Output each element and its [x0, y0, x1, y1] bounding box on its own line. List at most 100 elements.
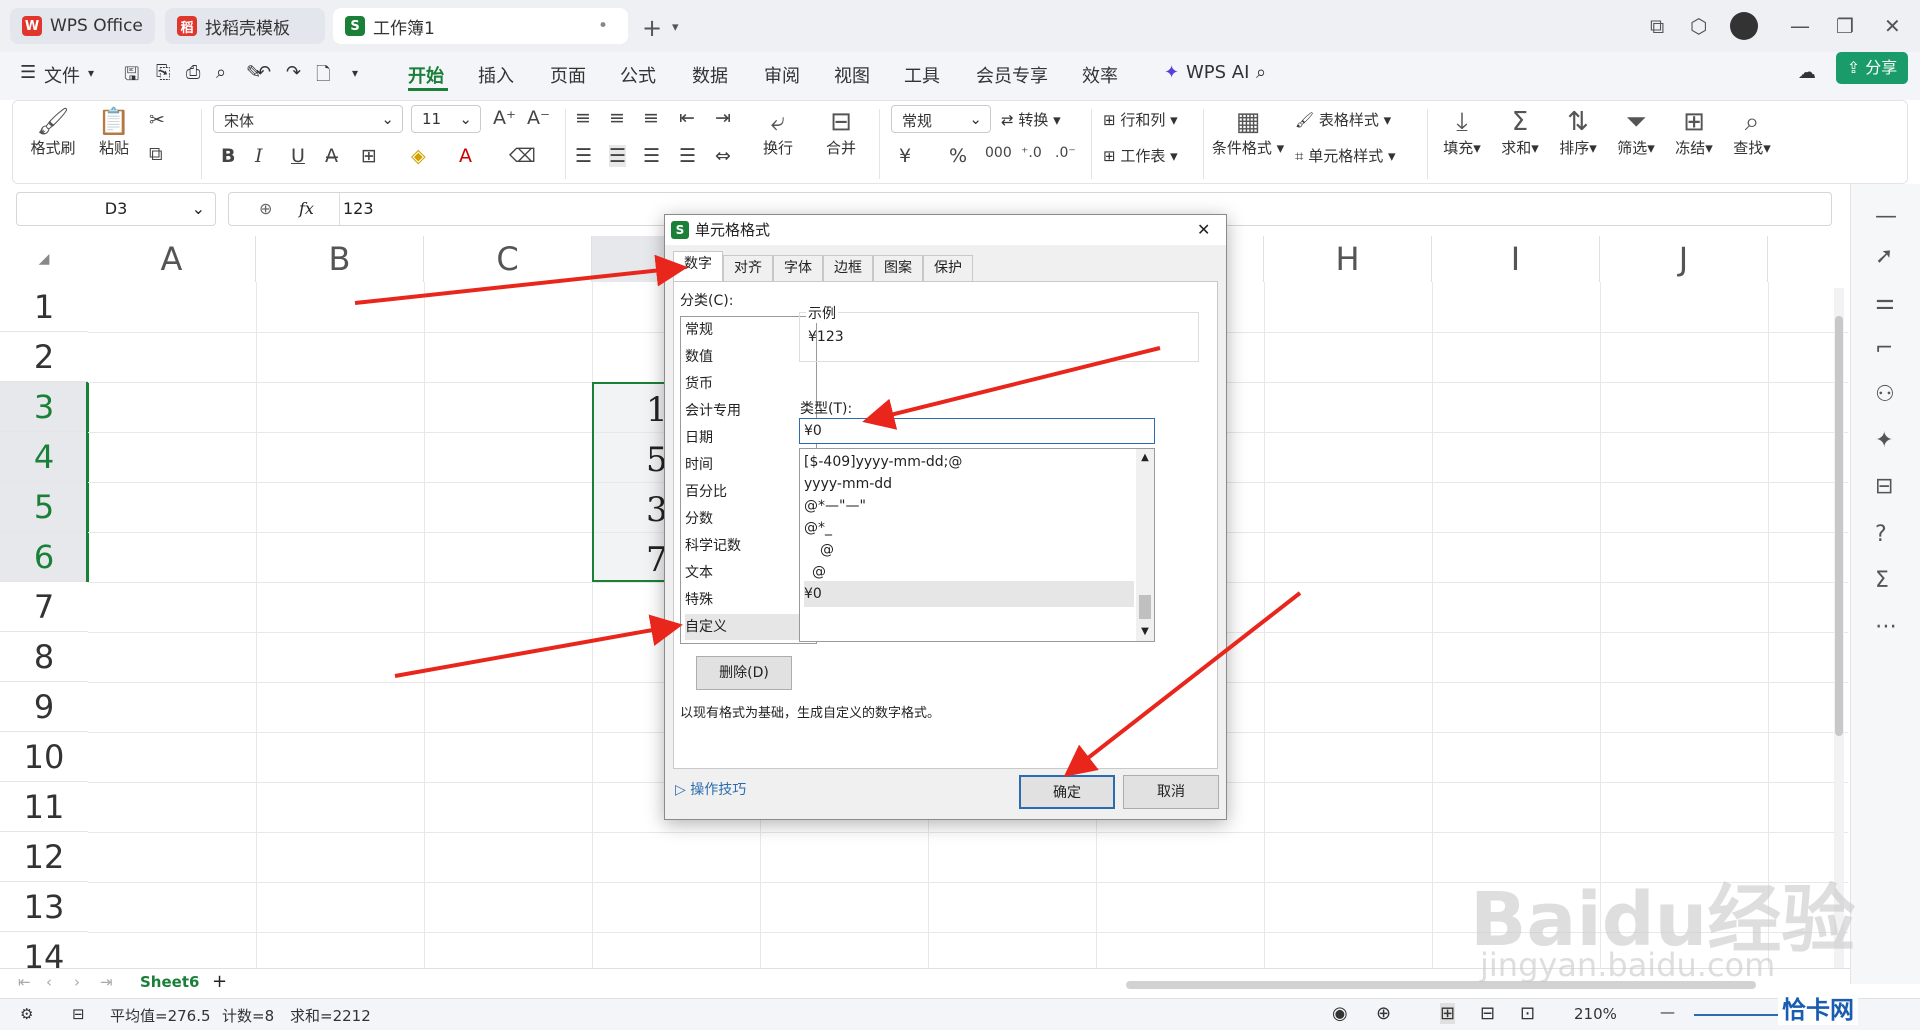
zoom-level[interactable]: 210% [1574, 1005, 1617, 1023]
eraser-icon[interactable]: ⌫ [509, 145, 536, 167]
menu-file[interactable]: 文件 [44, 62, 80, 88]
select-all-icon[interactable]: ◢ [0, 236, 88, 282]
convert-button[interactable]: ⇄ 转换 ▾ [1001, 109, 1061, 130]
menu-view[interactable]: 视图 [834, 62, 870, 88]
strikethrough-icon[interactable]: A̶ [325, 145, 338, 167]
tab-alignment[interactable]: 对齐 [723, 255, 773, 281]
tools-icon[interactable]: ✦ [1875, 428, 1893, 453]
page-break-icon[interactable]: ⊡ [1520, 1003, 1535, 1024]
category-item[interactable]: 特殊 [685, 587, 812, 613]
increase-font-icon[interactable]: A⁺ [493, 107, 516, 129]
row-header-11[interactable]: 11 [0, 782, 88, 832]
worksheet-button[interactable]: ⊞ 工作表 ▾ [1103, 145, 1178, 166]
row-header-6[interactable]: 6 [0, 532, 88, 582]
new-doc-icon[interactable]: 🗋 [316, 62, 330, 92]
category-item[interactable]: 百分比 [685, 479, 812, 505]
category-item[interactable]: 数值 [685, 344, 812, 370]
prev-sheet-icon[interactable]: ‹ [46, 973, 52, 991]
currency-icon[interactable]: ¥ [899, 145, 911, 167]
bold-button[interactable]: B [221, 145, 235, 167]
indent-decrease-icon[interactable]: ⇤ [679, 107, 695, 129]
column-header-a[interactable]: A [88, 236, 256, 282]
border-icon[interactable]: ⊞ [361, 145, 377, 167]
row-header-12[interactable]: 12 [0, 832, 88, 882]
add-sheet-button[interactable]: + [212, 971, 227, 992]
type-list-scrollbar[interactable]: ▲ ▼ [1136, 449, 1154, 641]
paste-button[interactable]: 📋 粘贴 [89, 107, 139, 158]
cell-style-button[interactable]: ⌗ 单元格样式 ▾ [1295, 145, 1396, 166]
column-header-i[interactable]: I [1432, 236, 1600, 282]
type-list[interactable]: [$-409]yyyy-mm-dd;@ yyyy-mm-dd @*—"—" @*… [799, 448, 1155, 642]
scroll-up-icon[interactable]: ▲ [1136, 449, 1154, 467]
sum-button[interactable]: Σ 求和▾ [1495, 107, 1545, 158]
column-header-j[interactable]: J [1600, 236, 1768, 282]
row-header-9[interactable]: 9 [0, 682, 88, 732]
print-icon[interactable]: ⎙ [186, 62, 200, 83]
next-sheet-icon[interactable]: › [74, 973, 80, 991]
name-box[interactable]: D3 ⌄ [16, 192, 216, 226]
tips-link[interactable]: ▷ 操作技巧 [675, 779, 746, 799]
menu-insert[interactable]: 插入 [478, 62, 514, 88]
find-button[interactable]: ⌕ 查找▾ [1727, 107, 1777, 158]
menu-data[interactable]: 数据 [692, 62, 728, 88]
cell-mode-icon[interactable]: ⊟ [72, 1005, 85, 1023]
close-icon[interactable]: ✕ [1884, 14, 1901, 38]
percent-icon[interactable]: % [949, 145, 967, 167]
normal-view-icon[interactable]: ⊞ [1440, 1003, 1456, 1024]
filter-button[interactable]: ⏷ 筛选▾ [1611, 107, 1661, 158]
fx-icon[interactable]: fx [299, 193, 314, 225]
redo-icon[interactable]: ↷ [286, 62, 301, 83]
first-sheet-icon[interactable]: ⇤ [18, 973, 31, 991]
category-list[interactable]: 常规 数值 货币 会计专用 日期 时间 百分比 分数 科学记数 文本 特殊 自定… [680, 316, 817, 644]
category-item[interactable]: 常规 [685, 317, 812, 343]
more-icon[interactable]: ⋯ [1875, 614, 1897, 639]
font-color-icon[interactable]: A [459, 145, 472, 167]
zoom-out-icon[interactable]: — [1660, 1003, 1675, 1021]
align-middle-icon[interactable]: ≡ [609, 107, 625, 129]
menu-efficiency[interactable]: 效率 [1082, 62, 1118, 88]
last-sheet-icon[interactable]: ⇥ [100, 973, 113, 991]
share-button[interactable]: ⇪ 分享 [1836, 52, 1908, 84]
category-item[interactable]: 货币 [685, 371, 812, 397]
avatar[interactable] [1730, 12, 1758, 40]
row-header-7[interactable]: 7 [0, 582, 88, 632]
sort-button[interactable]: ⇅ 排序▾ [1553, 107, 1603, 158]
type-input[interactable]: ¥0 [799, 418, 1155, 444]
category-item[interactable]: 科学记数 [685, 533, 812, 559]
align-bottom-icon[interactable]: ≡ [643, 107, 659, 129]
cut-icon[interactable]: ✂ [149, 109, 165, 131]
eye-icon[interactable]: ◉ [1332, 1003, 1348, 1024]
category-item[interactable]: 文本 [685, 560, 812, 586]
restore-icon[interactable]: ❐ [1836, 14, 1854, 38]
hamburger-icon[interactable]: ☰ [20, 62, 36, 83]
tab-border[interactable]: 边框 [823, 255, 873, 281]
cloud-upload-icon[interactable]: ☁ [1798, 62, 1816, 83]
settings-sliders-icon[interactable]: ⚌ [1875, 290, 1895, 315]
macro-icon[interactable]: ⚙ [20, 1005, 33, 1023]
delete-button[interactable]: 删除(D) [696, 656, 792, 690]
increase-decimal-icon[interactable]: ⁺.0 [1021, 145, 1042, 161]
distribute-icon[interactable]: ⇔ [715, 145, 731, 167]
column-header-h[interactable]: H [1264, 236, 1432, 282]
fill-button[interactable]: ⤓ 填充▾ [1437, 107, 1487, 158]
menu-formula[interactable]: 公式 [620, 62, 656, 88]
merge-button[interactable]: ⊟ 合并 [813, 107, 869, 158]
export-icon[interactable]: ⎘ [156, 62, 170, 83]
menu-home[interactable]: 开始 [408, 62, 444, 88]
format-painter-button[interactable]: 🖌 格式刷 [27, 107, 79, 158]
crop-icon[interactable]: ⌐ [1875, 336, 1893, 361]
align-right-icon[interactable]: ☰ [643, 145, 660, 167]
column-header-b[interactable]: B [256, 236, 424, 282]
font-name-select[interactable]: 宋体 ⌄ [213, 105, 403, 133]
row-header-3[interactable]: 3 [0, 382, 88, 432]
ok-button[interactable]: 确定 [1019, 775, 1115, 809]
type-option-selected[interactable]: ¥0 [804, 581, 1134, 607]
chevron-down-icon[interactable]: ▾ [672, 20, 679, 35]
category-item[interactable]: 分数 [685, 506, 812, 532]
align-top-icon[interactable]: ≡ [575, 107, 591, 129]
scrollbar-thumb[interactable] [1835, 316, 1843, 736]
row-header-8[interactable]: 8 [0, 632, 88, 682]
font-size-select[interactable]: 11 ⌄ [411, 105, 481, 133]
row-header-1[interactable]: 1 [0, 282, 88, 332]
close-icon[interactable]: ✕ [1197, 215, 1210, 245]
